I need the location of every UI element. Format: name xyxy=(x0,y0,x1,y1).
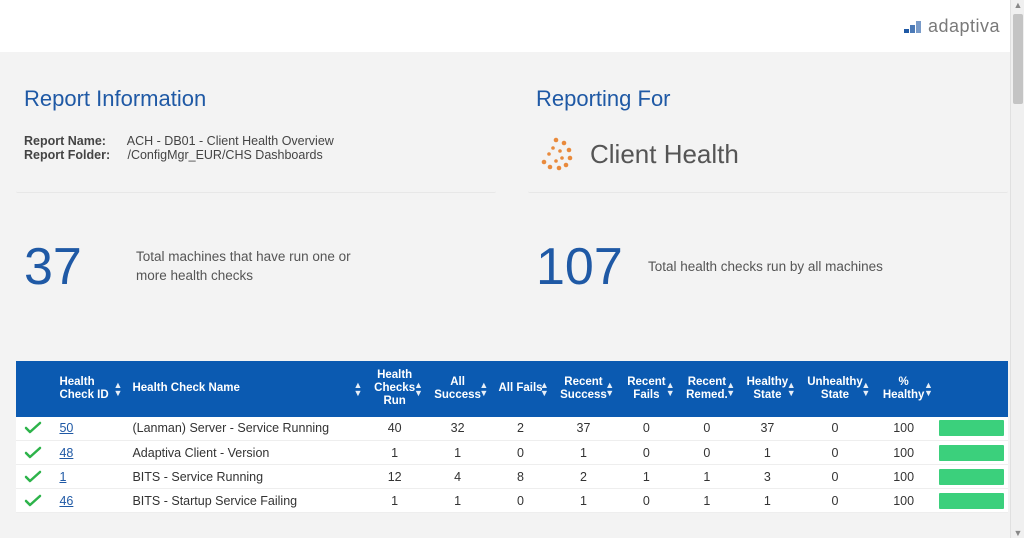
cell-phealthy: 100 xyxy=(872,441,935,465)
health-check-id-link[interactable]: 48 xyxy=(59,446,73,460)
report-folder-value: /ConfigMgr_EUR/CHS Dashboards xyxy=(127,148,322,162)
percent-bar xyxy=(935,441,1008,465)
col-ustate[interactable]: Unhealthy State▲▼ xyxy=(798,361,873,417)
health-check-id-link[interactable]: 50 xyxy=(59,421,73,435)
col-fails[interactable]: All Fails▲▼ xyxy=(490,361,551,417)
report-name-label: Report Name: xyxy=(24,134,124,148)
report-name-value: ACH - DB01 - Client Health Overview xyxy=(127,134,334,148)
cell-rremed: 0 xyxy=(677,441,738,465)
cell-rfails: 1 xyxy=(616,465,677,489)
scroll-down-icon[interactable]: ▼ xyxy=(1013,528,1023,538)
percent-bar xyxy=(935,489,1008,513)
stat-total-checks: 107 Total health checks run by all machi… xyxy=(528,229,1008,305)
report-info-title: Report Information xyxy=(24,86,488,112)
health-check-id-link[interactable]: 1 xyxy=(59,470,66,484)
cell-phealthy: 100 xyxy=(872,465,935,489)
cell-fails: 0 xyxy=(490,441,551,465)
brand-name: adaptiva xyxy=(928,16,1000,37)
cell-ustate: 0 xyxy=(798,417,873,441)
col-phealthy[interactable]: % Healthy▲▼ xyxy=(872,361,935,417)
col-status[interactable] xyxy=(16,361,51,417)
cell-success: 32 xyxy=(425,417,490,441)
stat-checks-desc: Total health checks run by all machines xyxy=(648,258,883,277)
cell-ustate: 0 xyxy=(798,465,873,489)
status-check-icon xyxy=(16,489,51,513)
health-check-name: BITS - Startup Service Failing xyxy=(124,489,364,513)
topbar: adaptiva xyxy=(0,0,1024,52)
cell-phealthy: 100 xyxy=(872,489,935,513)
cell-success: 4 xyxy=(425,465,490,489)
report-info-panel: Report Information Report Name: ACH - DB… xyxy=(16,78,496,193)
health-check-name: (Lanman) Server - Service Running xyxy=(124,417,364,441)
vertical-scrollbar[interactable]: ▲ ▼ xyxy=(1010,0,1024,538)
cell-rremed: 1 xyxy=(677,489,738,513)
stat-machines-desc: Total machines that have run one or more… xyxy=(136,248,376,286)
scroll-up-icon[interactable]: ▲ xyxy=(1013,0,1023,10)
health-check-name: BITS - Service Running xyxy=(124,465,364,489)
cell-hstate: 37 xyxy=(737,417,798,441)
cell-rsuccess: 2 xyxy=(551,465,616,489)
cell-run: 1 xyxy=(364,441,425,465)
table-row[interactable]: 1BITS - Service Running124821130100 xyxy=(16,465,1008,489)
cell-success: 1 xyxy=(425,441,490,465)
client-health-icon xyxy=(536,134,576,174)
cell-fails: 0 xyxy=(490,489,551,513)
cell-rsuccess: 1 xyxy=(551,441,616,465)
brand-logo: adaptiva xyxy=(904,16,1000,37)
product-name: Client Health xyxy=(590,139,739,170)
col-rremed[interactable]: Recent Remed.▲▼ xyxy=(677,361,738,417)
col-hstate[interactable]: Healthy State▲▼ xyxy=(737,361,798,417)
health-check-name: Adaptiva Client - Version xyxy=(124,441,364,465)
stat-total-machines: 37 Total machines that have run one or m… xyxy=(16,229,496,305)
col-rsuccess[interactable]: Recent Success▲▼ xyxy=(551,361,616,417)
cell-rremed: 1 xyxy=(677,465,738,489)
col-rfails[interactable]: Recent Fails▲▼ xyxy=(616,361,677,417)
status-check-icon xyxy=(16,441,51,465)
table-row[interactable]: 46BITS - Startup Service Failing11010110… xyxy=(16,489,1008,513)
cell-fails: 2 xyxy=(490,417,551,441)
col-id[interactable]: Health Check ID▲▼ xyxy=(51,361,124,417)
cell-rfails: 0 xyxy=(616,441,677,465)
table-row[interactable]: 50 (Lanman) Server - Service Running40322… xyxy=(16,417,1008,441)
scroll-thumb[interactable] xyxy=(1013,14,1023,104)
cell-hstate: 1 xyxy=(737,441,798,465)
stat-checks-value: 107 xyxy=(536,237,626,297)
brand-icon xyxy=(904,19,922,33)
col-success[interactable]: All Success▲▼ xyxy=(425,361,490,417)
cell-fails: 8 xyxy=(490,465,551,489)
cell-run: 1 xyxy=(364,489,425,513)
status-check-icon xyxy=(16,465,51,489)
cell-phealthy: 100 xyxy=(872,417,935,441)
cell-hstate: 3 xyxy=(737,465,798,489)
cell-rremed: 0 xyxy=(677,417,738,441)
cell-ustate: 0 xyxy=(798,441,873,465)
health-check-id-link[interactable]: 46 xyxy=(59,494,73,508)
reporting-for-panel: Reporting For xyxy=(528,78,1008,193)
col-name[interactable]: Health Check Name▲▼ xyxy=(124,361,364,417)
cell-hstate: 1 xyxy=(737,489,798,513)
cell-success: 1 xyxy=(425,489,490,513)
health-check-table: Health Check ID▲▼ Health Check Name▲▼ He… xyxy=(16,361,1008,513)
col-run[interactable]: Health Checks Run▲▼ xyxy=(364,361,425,417)
table-row[interactable]: 48Adaptiva Client - Version11010010100 xyxy=(16,441,1008,465)
content: Report Information Report Name: ACH - DB… xyxy=(0,52,1024,538)
reporting-for-title: Reporting For xyxy=(536,86,1000,112)
report-folder-label: Report Folder: xyxy=(24,148,124,162)
cell-rfails: 0 xyxy=(616,417,677,441)
col-bar xyxy=(935,361,1008,417)
percent-bar xyxy=(935,417,1008,441)
status-check-icon xyxy=(16,417,51,441)
cell-rsuccess: 37 xyxy=(551,417,616,441)
cell-rfails: 0 xyxy=(616,489,677,513)
cell-ustate: 0 xyxy=(798,489,873,513)
cell-rsuccess: 1 xyxy=(551,489,616,513)
cell-run: 40 xyxy=(364,417,425,441)
percent-bar xyxy=(935,465,1008,489)
cell-run: 12 xyxy=(364,465,425,489)
stat-machines-value: 37 xyxy=(24,237,114,297)
